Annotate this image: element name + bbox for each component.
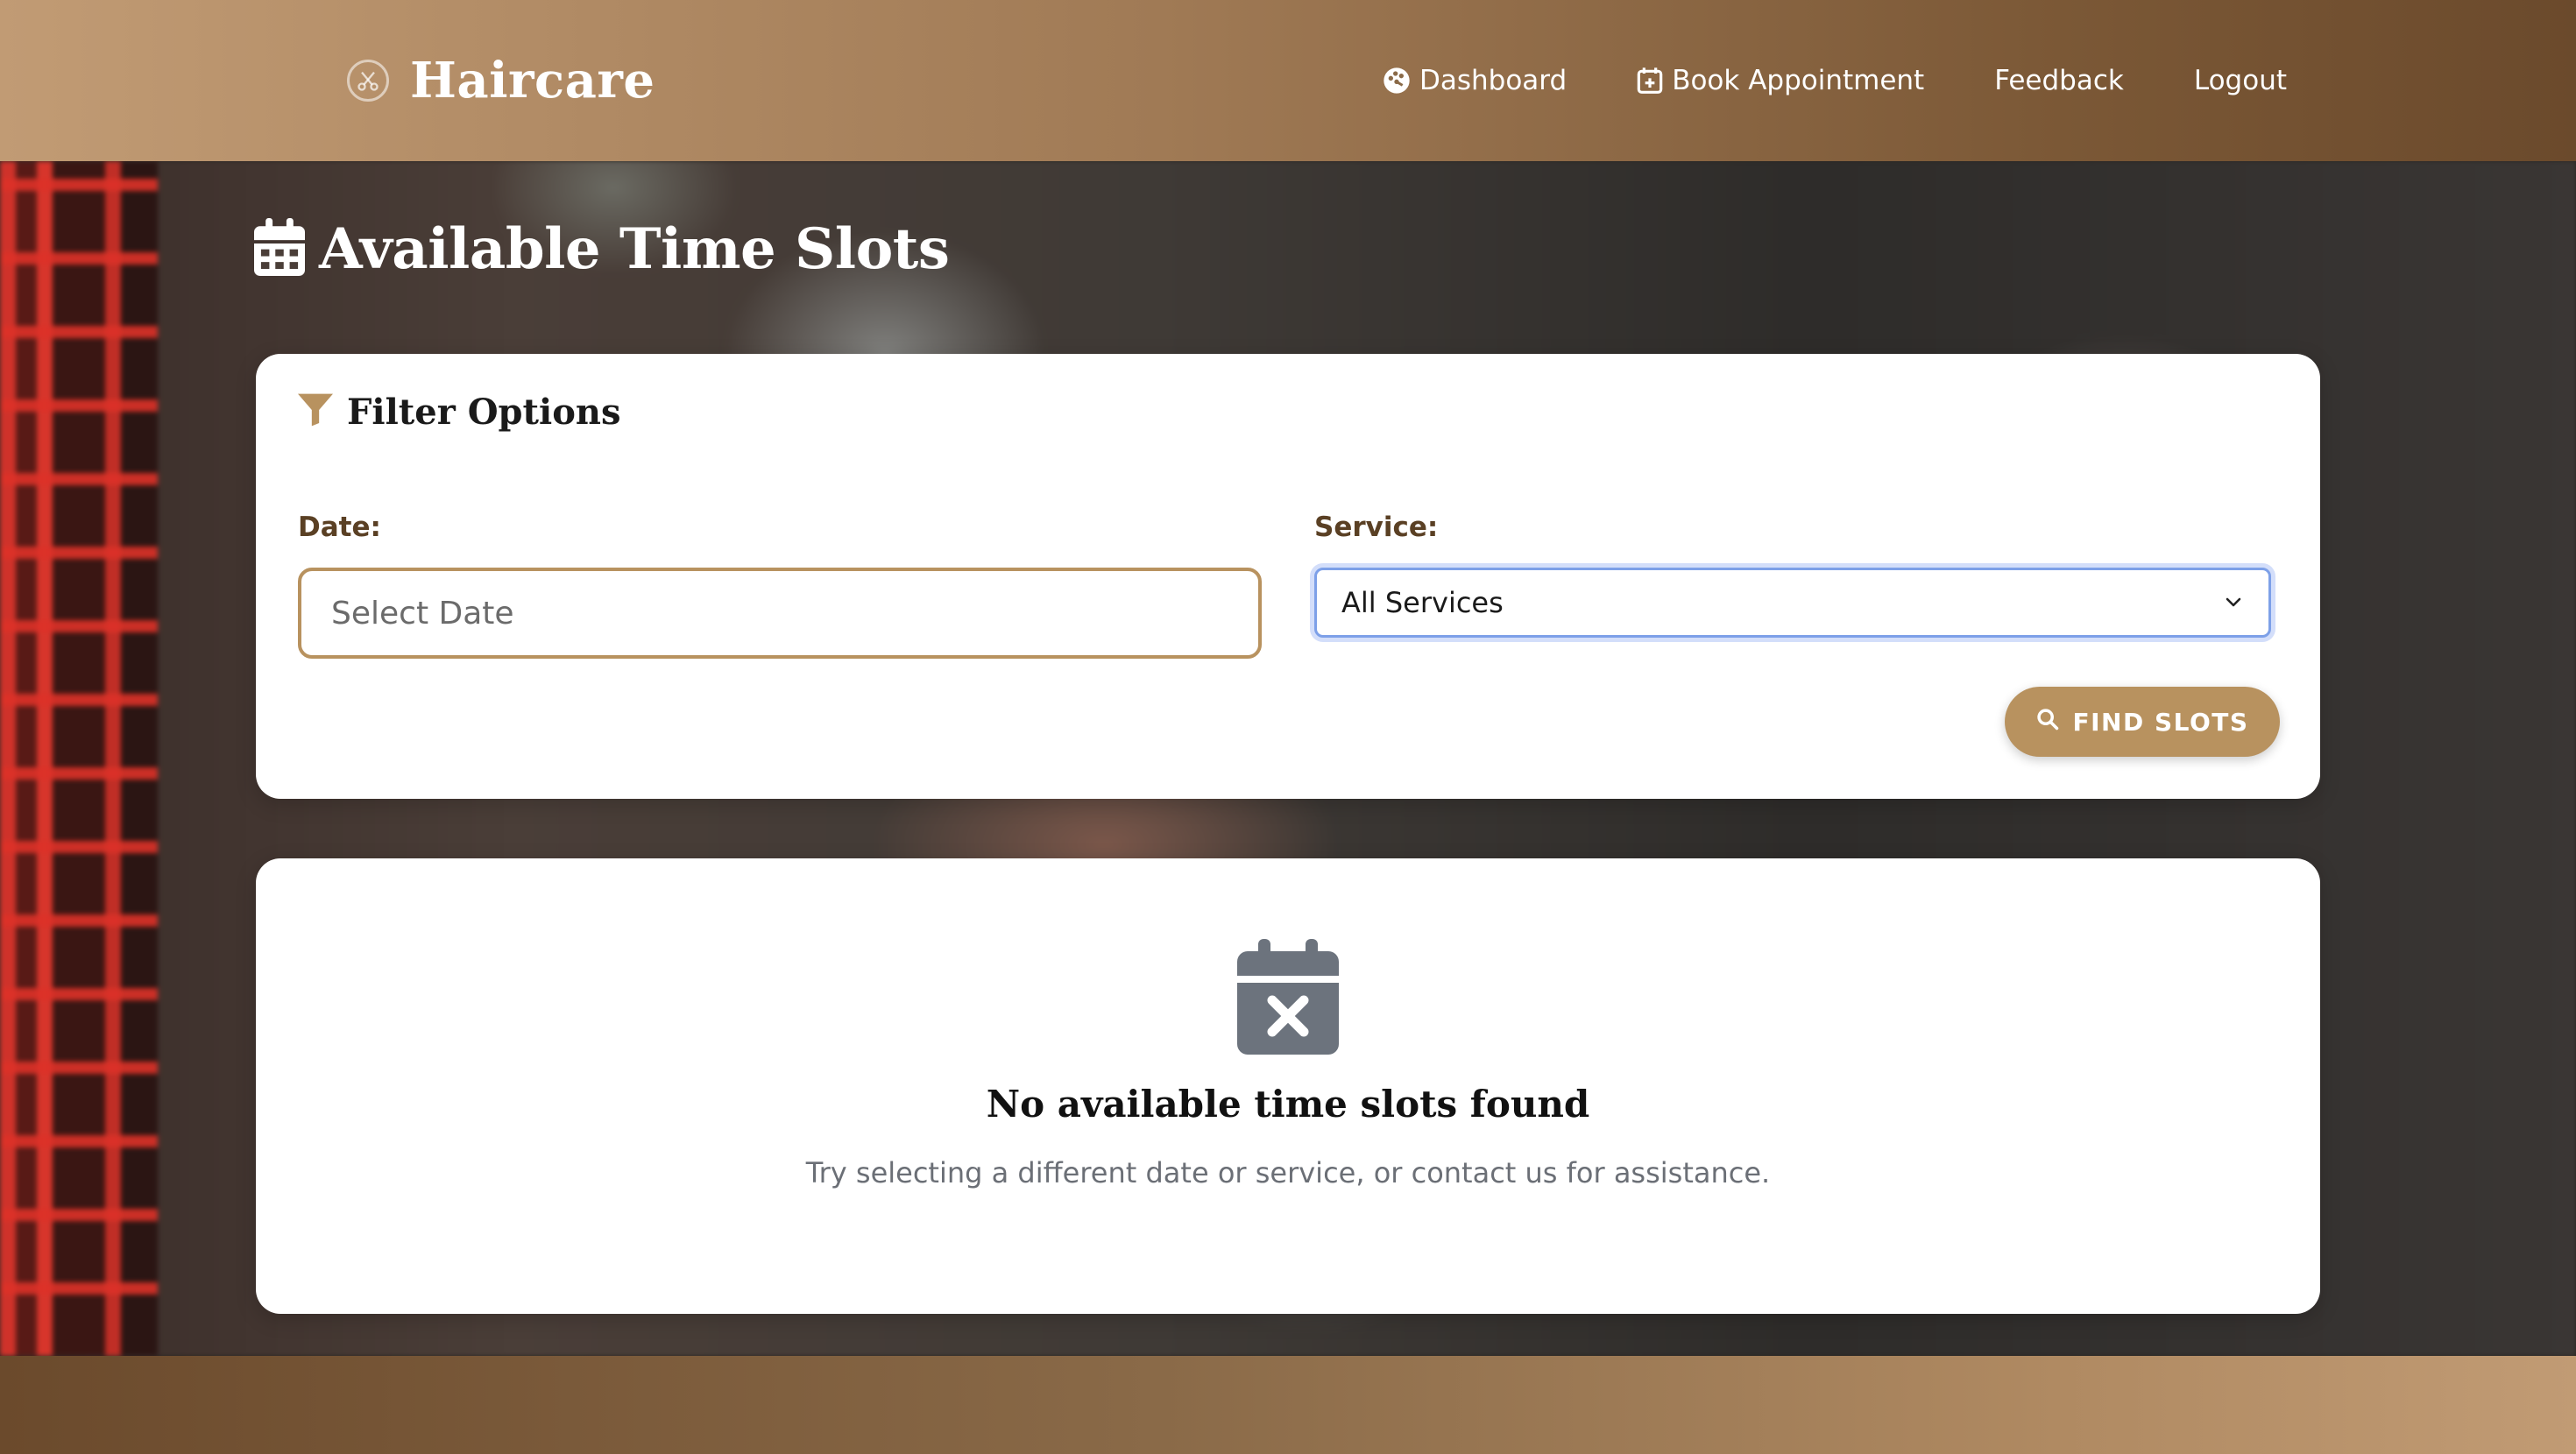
nav-label: Feedback (1994, 65, 2124, 96)
empty-state-message: Try selecting a different date or servic… (805, 1156, 1771, 1189)
date-input[interactable] (298, 568, 1262, 659)
nav-item-book-appointment[interactable]: Book Appointment (1637, 65, 1924, 96)
brand-name: Haircare (410, 52, 655, 109)
background-red-rack (0, 161, 158, 1356)
search-icon (2035, 707, 2060, 738)
calendar-x-icon (1237, 939, 1339, 1055)
top-navbar: Haircare Dashboard Book Appointment Feed… (0, 0, 2576, 161)
page-title-text: Available Time Slots (319, 215, 950, 282)
filter-header: Filter Options (298, 385, 620, 438)
nav-label: Dashboard (1419, 65, 1568, 96)
find-slots-label: FIND SLOTS (2072, 707, 2249, 737)
nav-item-feedback[interactable]: Feedback (1994, 65, 2124, 96)
service-select[interactable]: All Services (1314, 568, 2271, 638)
filter-title: Filter Options (347, 391, 621, 433)
calendar-plus-icon (1637, 67, 1663, 95)
empty-state-card: No available time slots found Try select… (256, 858, 2320, 1314)
nav-item-dashboard[interactable]: Dashboard (1383, 65, 1567, 96)
footer (0, 1356, 2576, 1454)
filter-icon (298, 393, 333, 430)
brand-logo[interactable]: Haircare (347, 49, 655, 112)
service-label: Service: (1314, 512, 1439, 543)
filter-card: Filter Options Date: Service: All Servic… (256, 354, 2320, 799)
scissors-icon (347, 60, 389, 102)
date-label: Date: (298, 512, 381, 543)
empty-state-title: No available time slots found (986, 1083, 1590, 1126)
service-select-value: All Services (1341, 586, 1504, 619)
main-nav: Dashboard Book Appointment Feedback Logo… (1383, 56, 2287, 105)
calendar-icon (254, 218, 305, 279)
nav-item-logout[interactable]: Logout (2194, 65, 2287, 96)
nav-label: Book Appointment (1672, 65, 1925, 96)
palette-icon (1383, 67, 1411, 95)
page-title: Available Time Slots (254, 208, 950, 289)
nav-label: Logout (2193, 65, 2287, 96)
chevron-down-icon (2223, 586, 2244, 619)
find-slots-button[interactable]: FIND SLOTS (2005, 687, 2280, 757)
